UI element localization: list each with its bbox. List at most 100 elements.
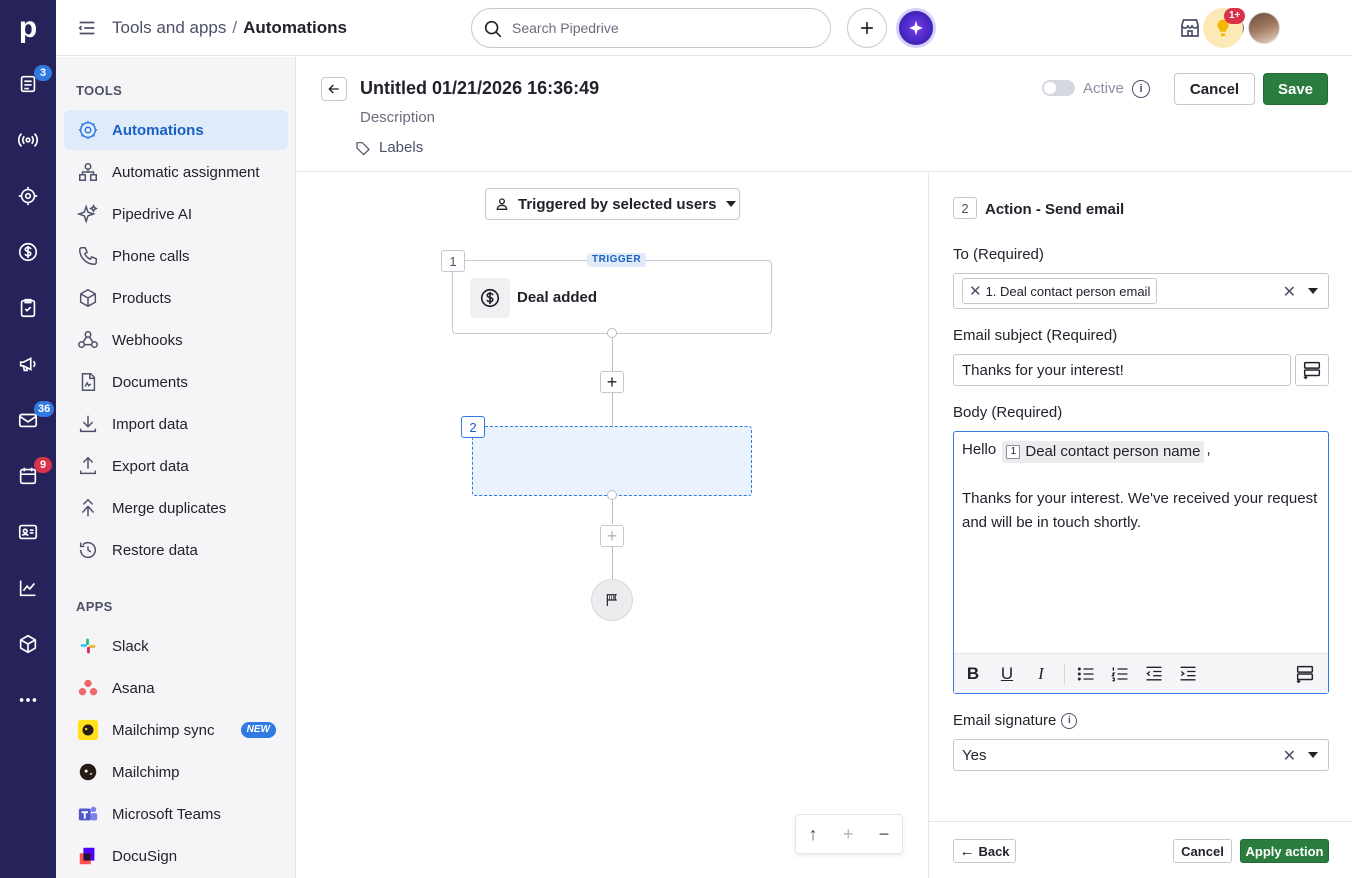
- panel-step-number: 2: [953, 197, 977, 219]
- breadcrumb-parent[interactable]: Tools and apps: [112, 18, 226, 37]
- leads-icon[interactable]: 3: [0, 56, 56, 112]
- add-step-button[interactable]: +: [600, 525, 624, 547]
- numbered-list-icon[interactable]: [1109, 663, 1131, 685]
- sidebar-item-mailchimp[interactable]: Mailchimp: [64, 752, 288, 792]
- finish-node: [591, 579, 633, 621]
- workflow-canvas[interactable]: Triggered by selected users Deal added 1…: [297, 173, 928, 878]
- italic-icon[interactable]: I: [1030, 663, 1052, 685]
- pipedrive-logo[interactable]: p: [0, 0, 56, 56]
- add-step-button[interactable]: +: [600, 371, 624, 393]
- action-placeholder-node[interactable]: [472, 426, 752, 496]
- sidebar-item-restore-data[interactable]: Restore data: [64, 530, 288, 570]
- more-icon[interactable]: [0, 672, 56, 728]
- underline-icon[interactable]: U: [996, 663, 1018, 685]
- phone-icon: [76, 244, 100, 268]
- save-button[interactable]: Save: [1263, 73, 1328, 105]
- sidebar-item-label: Microsoft Teams: [112, 805, 221, 823]
- products-icon[interactable]: [0, 616, 56, 672]
- action-panel: 2 Action - Send email To (Required) ✕ 1.…: [928, 173, 1352, 878]
- sparkle-icon: [909, 20, 923, 36]
- info-icon[interactable]: i: [1132, 80, 1150, 98]
- zoom-out-icon[interactable]: −: [879, 824, 890, 845]
- sidebar-item-label: Mailchimp: [112, 763, 180, 781]
- clear-icon[interactable]: ✕: [1283, 746, 1296, 766]
- contacts-icon[interactable]: [0, 504, 56, 560]
- body-comma: ,: [1206, 441, 1211, 458]
- body-content[interactable]: Hello 1 Deal contact person name, Thanks …: [962, 438, 1322, 535]
- recipient-chip-label: 1. Deal contact person email: [985, 283, 1151, 299]
- back-button[interactable]: ← Back: [953, 839, 1016, 863]
- sidebar-item-products[interactable]: Products: [64, 278, 288, 318]
- mail-icon[interactable]: 36: [0, 392, 56, 448]
- signature-label: Email signature: [953, 712, 1057, 729]
- workflow-description[interactable]: Description: [360, 109, 435, 126]
- sidebar-item-asana[interactable]: Asana: [64, 668, 288, 708]
- target-icon[interactable]: [0, 168, 56, 224]
- apply-action-button[interactable]: Apply action: [1240, 839, 1329, 863]
- docusign-icon: [76, 844, 100, 868]
- sidebar-item-label: Merge duplicates: [112, 499, 227, 517]
- add-button[interactable]: [847, 8, 887, 48]
- sidebar-item-microsoft-teams[interactable]: Microsoft Teams: [64, 794, 288, 834]
- sidebar-item-label: Automatic assignment: [112, 163, 260, 181]
- sidebar-item-phone-calls[interactable]: Phone calls: [64, 236, 288, 276]
- zoom-in-icon[interactable]: +: [843, 824, 854, 845]
- user-avatar[interactable]: [1248, 12, 1280, 44]
- active-toggle[interactable]: [1042, 80, 1075, 96]
- signature-select[interactable]: Yes ✕: [953, 739, 1329, 771]
- search-bar[interactable]: [471, 8, 831, 48]
- sidebar-item-documents[interactable]: Documents: [64, 362, 288, 402]
- bold-icon[interactable]: B: [962, 663, 984, 685]
- insert-field-button[interactable]: [1295, 354, 1329, 386]
- chevron-down-icon[interactable]: [1308, 752, 1318, 758]
- ai-assistant-button[interactable]: [896, 8, 936, 48]
- sidebar-item-pipedrive-ai[interactable]: Pipedrive AI: [64, 194, 288, 234]
- insert-field-icon[interactable]: [1294, 663, 1316, 685]
- megaphone-icon[interactable]: [0, 336, 56, 392]
- info-icon[interactable]: i: [1061, 712, 1078, 729]
- bullet-list-icon[interactable]: [1075, 663, 1097, 685]
- sidebar-item-slack[interactable]: Slack: [64, 626, 288, 666]
- back-button[interactable]: [321, 77, 347, 101]
- labels-button[interactable]: Labels: [355, 139, 423, 156]
- remove-chip-icon[interactable]: ✕: [969, 282, 982, 300]
- outdent-icon[interactable]: [1143, 663, 1165, 685]
- mailchimp-icon: [76, 718, 100, 742]
- connector-dot: [607, 490, 617, 500]
- workflow-title[interactable]: Untitled 01/21/2026 16:36:49: [360, 78, 599, 99]
- sidebar-item-mailchimp-sync[interactable]: Mailchimp sync NEW: [64, 710, 288, 750]
- cancel-action-button[interactable]: Cancel: [1173, 839, 1232, 863]
- subject-input[interactable]: [953, 354, 1291, 386]
- sidebar-item-docusign[interactable]: DocuSign: [64, 836, 288, 876]
- search-input[interactable]: [512, 17, 812, 39]
- breadcrumb: Tools and apps / Automations: [112, 18, 347, 38]
- to-select[interactable]: ✕ 1. Deal contact person email ✕: [953, 273, 1329, 309]
- mailchimp-icon: [76, 760, 100, 784]
- dollar-icon[interactable]: [0, 224, 56, 280]
- body-editor[interactable]: Hello 1 Deal contact person name, Thanks …: [953, 431, 1329, 694]
- panel-title: Action - Send email: [985, 201, 1125, 218]
- variable-chip[interactable]: 1 Deal contact person name: [1002, 441, 1205, 463]
- trigger-users-select[interactable]: Triggered by selected users: [485, 188, 740, 220]
- indent-icon[interactable]: [1177, 663, 1199, 685]
- calendar-icon[interactable]: 9: [0, 448, 56, 504]
- marketplace-icon[interactable]: [1178, 16, 1202, 40]
- sidebar-item-webhooks[interactable]: Webhooks: [64, 320, 288, 360]
- cancel-button[interactable]: Cancel: [1174, 73, 1255, 105]
- broadcast-icon[interactable]: [0, 112, 56, 168]
- sidebar-item-export-data[interactable]: Export data: [64, 446, 288, 486]
- clear-icon[interactable]: ✕: [1283, 282, 1296, 302]
- tasks-icon[interactable]: [0, 280, 56, 336]
- sidebar-item-automations[interactable]: Automations: [64, 110, 288, 150]
- sidebar-item-automatic-assignment[interactable]: Automatic assignment: [64, 152, 288, 192]
- trigger-node[interactable]: Deal added: [452, 260, 772, 334]
- sidebar-item-merge-duplicates[interactable]: Merge duplicates: [64, 488, 288, 528]
- sidebar-item-label: Phone calls: [112, 247, 190, 265]
- collapse-menu-icon[interactable]: [76, 17, 98, 39]
- sidebar-item-import-data[interactable]: Import data: [64, 404, 288, 444]
- sidebar-item-label: Slack: [112, 637, 149, 655]
- arrow-up-icon[interactable]: ↑: [809, 824, 818, 845]
- toolbar-divider: [1064, 664, 1065, 684]
- insights-icon[interactable]: [0, 560, 56, 616]
- chevron-down-icon[interactable]: [1308, 288, 1318, 294]
